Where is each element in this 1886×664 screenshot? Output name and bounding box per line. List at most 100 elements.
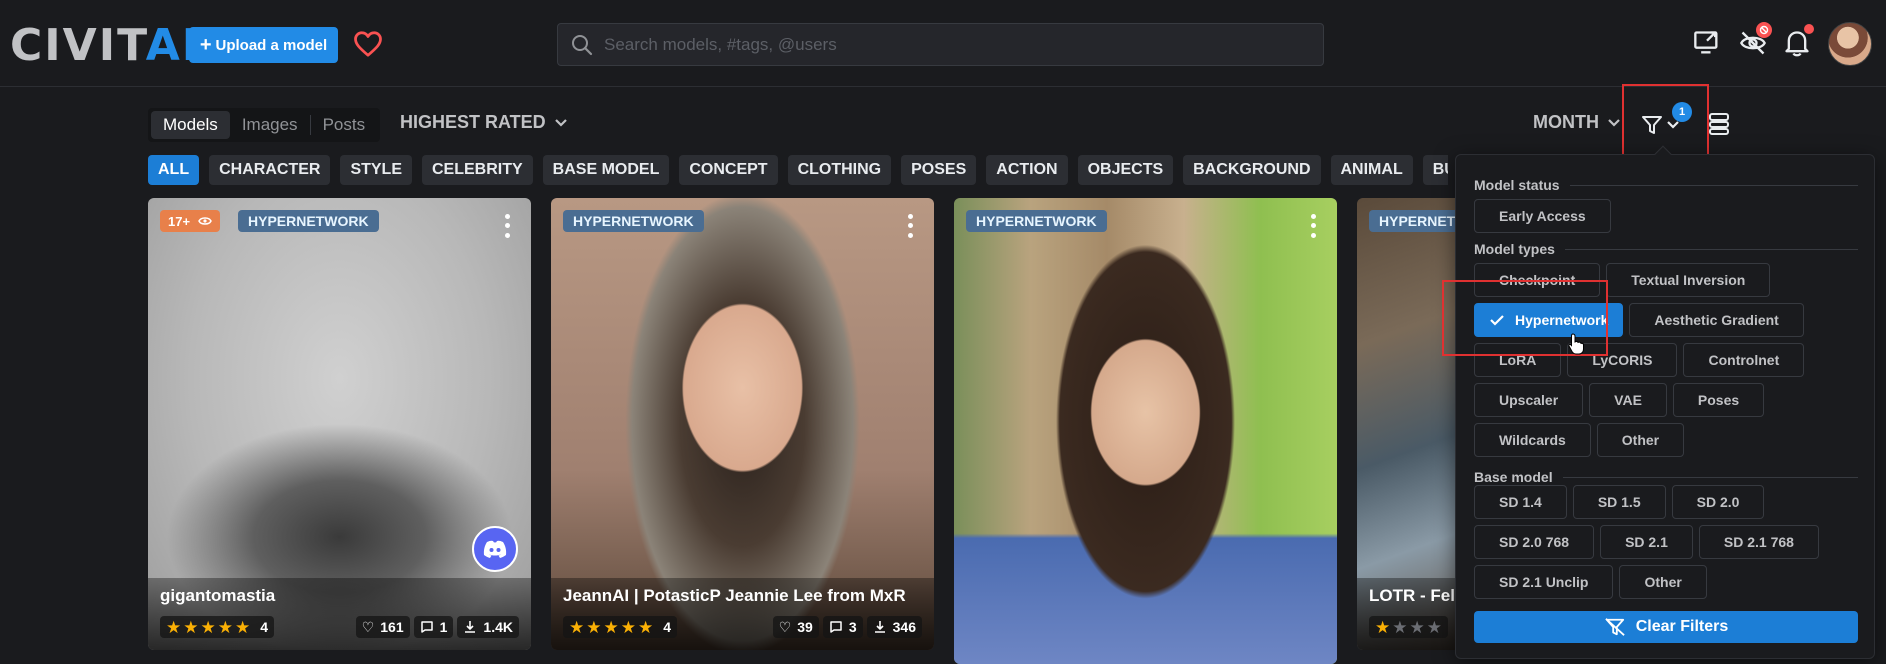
model-title: gigantomastia [160, 586, 276, 605]
card-menu-button[interactable] [900, 212, 920, 240]
star-icon: ★ [183, 617, 199, 637]
filter-off-icon [1605, 618, 1625, 636]
tag-celebrity[interactable]: CELEBRITY [422, 155, 533, 185]
star-icon: ★ [217, 617, 233, 637]
tab-models[interactable]: Models [151, 111, 230, 139]
card-stats: ♡ 161 1 1.4K [355, 616, 519, 638]
tab-images[interactable]: Images [230, 111, 310, 139]
star-icon: ★ [1409, 617, 1425, 637]
card-menu-button[interactable] [497, 212, 517, 240]
star-icon: ★ [620, 617, 636, 637]
civitai-logo[interactable]: CIVITAI [10, 24, 200, 68]
model-title: JeannAI | PotasticP Jeannie Lee from MxR [563, 586, 906, 605]
star-icon: ★ [1375, 617, 1391, 637]
upload-label: Upload a model [215, 36, 328, 54]
discord-icon [483, 540, 507, 558]
chip-wildcards[interactable]: Wildcards [1474, 423, 1591, 457]
model-type-badge: HYPERNETWORK [966, 210, 1107, 232]
chip-textual-inversion[interactable]: Textual Inversion [1606, 263, 1771, 297]
chip-upscaler[interactable]: Upscaler [1474, 383, 1584, 417]
hide-content-button[interactable] [1736, 22, 1772, 60]
chip-vae[interactable]: VAE [1589, 383, 1667, 417]
blocked-badge-icon [1756, 22, 1772, 38]
model-card[interactable]: HYPERNETWORK JeannAI | PotasticP Jeannie… [551, 198, 934, 650]
chevron-down-icon [554, 118, 567, 127]
star-icon: ★ [1392, 617, 1408, 637]
heart-icon: ♡ [361, 618, 375, 635]
chip-sd-1-4[interactable]: SD 1.4 [1474, 485, 1567, 519]
model-type-badge: HYPERNETWORK [563, 210, 704, 232]
star-icon: ★ [638, 617, 654, 637]
chip-poses[interactable]: Poses [1672, 383, 1765, 417]
likes-stat: ♡ 39 [772, 616, 819, 638]
model-type-badge: HYPERNETWORK [238, 210, 379, 232]
tag-concept[interactable]: CONCEPT [679, 155, 778, 185]
tag-all[interactable]: ALL [148, 155, 200, 185]
chip-aesthetic-gradient[interactable]: Aesthetic Gradient [1629, 303, 1804, 337]
content-type-switch: Models Images Posts [148, 108, 381, 142]
chip-sd-2-1[interactable]: SD 2.1 [1600, 525, 1693, 559]
star-icon: ★ [603, 617, 619, 637]
model-status-chips: Early Access [1474, 199, 1864, 233]
sort-dropdown[interactable]: HIGHEST RATED [400, 112, 568, 133]
model-types-heading: Model types [1474, 241, 1858, 257]
model-card[interactable]: HYPERNETWORK [954, 198, 1337, 664]
discord-button[interactable] [472, 526, 518, 572]
model-card[interactable]: 17+ HYPERNETWORK gigantomastia ★ ★ ★ ★ ★ 4 ♡… [148, 198, 531, 650]
user-avatar[interactable] [1828, 22, 1872, 66]
tab-posts[interactable]: Posts [311, 111, 378, 139]
layout-toggle-button[interactable] [1705, 110, 1733, 138]
chip-sd-1-5[interactable]: SD 1.5 [1572, 485, 1666, 519]
rating-count: 4 [260, 619, 269, 635]
top-header: CIVITAI + Upload a model [0, 0, 1886, 87]
tag-objects[interactable]: OBJECTS [1077, 155, 1174, 185]
rating-count: 4 [663, 619, 672, 635]
chip-other-type[interactable]: Other [1596, 423, 1685, 457]
star-icon: ★ [166, 617, 182, 637]
search-input[interactable] [604, 34, 1304, 55]
tag-background[interactable]: BACKGROUND [1183, 155, 1321, 185]
model-status-heading: Model status [1474, 177, 1858, 193]
plus-icon: + [199, 34, 212, 56]
star-icon: ★ [569, 617, 585, 637]
tag-buildings[interactable]: BUILDINGS [1422, 155, 1448, 185]
tag-poses[interactable]: POSES [901, 155, 977, 185]
tag-style[interactable]: STYLE [340, 155, 412, 185]
highlight-box-filter [1622, 84, 1709, 156]
period-label: MONTH [1533, 112, 1599, 132]
base-model-heading: Base model [1474, 469, 1858, 485]
rating-stars: ★ ★ ★ ★ ★ 4 [160, 616, 275, 638]
chip-sd-2-0[interactable]: SD 2.0 [1671, 485, 1765, 519]
search-bar[interactable] [557, 23, 1324, 66]
rating-stars: ★ ★ ★ ★ [1369, 616, 1448, 638]
upload-model-button[interactable]: + Upload a model [189, 27, 338, 63]
chip-sd-2-0-768[interactable]: SD 2.0 768 [1474, 525, 1595, 559]
chip-early-access[interactable]: Early Access [1474, 199, 1611, 233]
screen-share-button[interactable] [1690, 26, 1724, 60]
clear-filters-button[interactable]: Clear Filters [1474, 611, 1858, 643]
tag-action[interactable]: ACTION [986, 155, 1068, 185]
sort-label: HIGHEST RATED [400, 112, 546, 132]
chip-sd-2-1-unclip[interactable]: SD 2.1 Unclip [1474, 565, 1614, 599]
chip-sd-2-1-768[interactable]: SD 2.1 768 [1698, 525, 1819, 559]
category-tags: ALL CHARACTER STYLE CELEBRITY BASE MODEL… [148, 155, 1448, 185]
chip-other-base[interactable]: Other [1619, 565, 1707, 599]
rating-stars: ★ ★ ★ ★ ★ 4 [563, 616, 678, 638]
chip-controlnet[interactable]: Controlnet [1683, 343, 1805, 377]
period-dropdown[interactable]: MONTH [1533, 112, 1621, 133]
notifications-button[interactable] [1780, 24, 1814, 60]
tag-animal[interactable]: ANIMAL [1330, 155, 1413, 185]
comments-stat: 1 [413, 616, 454, 638]
tag-base-model[interactable]: BASE MODEL [542, 155, 670, 185]
monitor-share-icon [1694, 31, 1718, 54]
tag-character[interactable]: CHARACTER [209, 155, 331, 185]
card-menu-button[interactable] [1303, 212, 1323, 240]
tag-clothing[interactable]: CLOTHING [787, 155, 892, 185]
nsfw-badge[interactable]: 17+ [160, 210, 221, 232]
base-model-chips: SD 1.4 SD 1.5 SD 2.0 SD 2.0 768 SD 2.1 S… [1474, 485, 1864, 599]
favorites-heart-button[interactable] [350, 26, 386, 62]
downloads-stat: 346 [866, 616, 922, 638]
eye-icon [198, 217, 212, 225]
likes-stat: ♡ 161 [355, 616, 410, 638]
comments-stat: 3 [822, 616, 863, 638]
